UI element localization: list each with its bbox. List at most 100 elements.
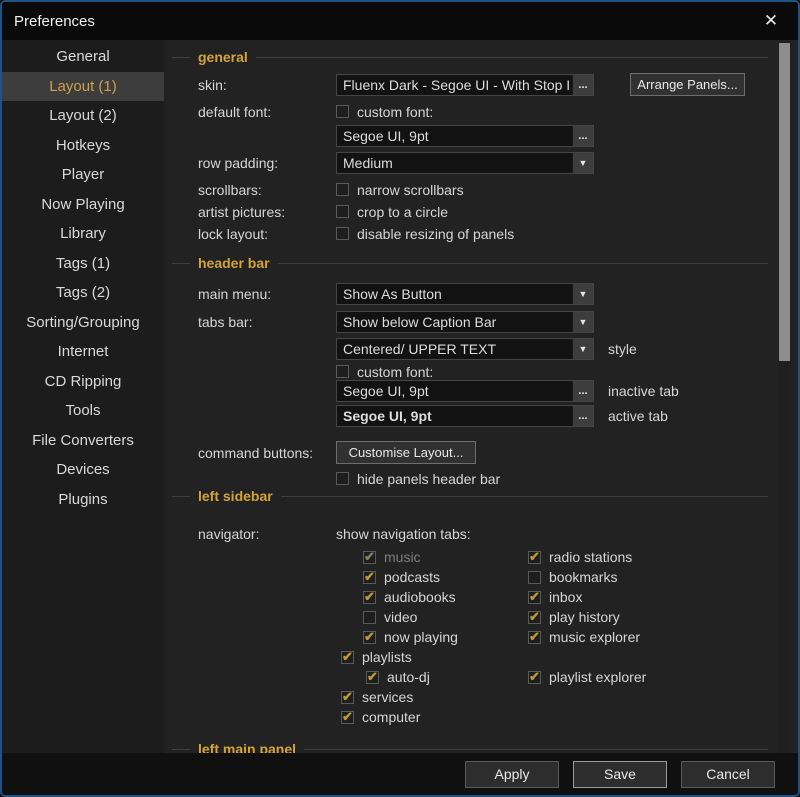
default-font-field[interactable]: Segoe UI, 9pt ... (336, 125, 594, 147)
sidebar-item-tools[interactable]: Tools (2, 396, 164, 426)
sidebar-item-cd-ripping[interactable]: CD Ripping (2, 367, 164, 397)
inbox-checkbox[interactable]: inbox (528, 589, 582, 605)
playlist-explorer-checkbox[interactable]: playlist explorer (528, 669, 646, 685)
checkbox[interactable] (336, 365, 349, 378)
checkbox[interactable] (363, 571, 376, 584)
checkbox[interactable] (336, 205, 349, 218)
now-playing-checkbox[interactable]: now playing (338, 629, 528, 645)
close-icon[interactable]: ✕ (760, 10, 782, 32)
checkbox[interactable] (341, 691, 354, 704)
sidebar-item-internet[interactable]: Internet (2, 337, 164, 367)
tabs-custom-font-checkbox[interactable]: custom font: (336, 364, 433, 380)
dialog-body: General Layout (1) Layout (2) Hotkeys Pl… (2, 40, 798, 753)
sidebar-item-now-playing[interactable]: Now Playing (2, 190, 164, 220)
active-tab-font-field[interactable]: Segoe UI, 9pt ... (336, 405, 594, 427)
nav-tabs-row: podcasts bookmarks (338, 567, 768, 587)
narrow-scrollbars-checkbox[interactable]: narrow scrollbars (336, 182, 464, 198)
crop-circle-checkbox[interactable]: crop to a circle (336, 204, 448, 220)
sidebar-item-layout-2[interactable]: Layout (2) (2, 101, 164, 131)
checkbox[interactable] (341, 651, 354, 664)
audiobooks-checkbox[interactable]: audiobooks (338, 589, 528, 605)
checkbox[interactable] (336, 227, 349, 240)
checkbox[interactable] (528, 631, 541, 644)
skin-field[interactable]: Fluenx Dark - Segoe UI - With Stop I ... (336, 74, 594, 96)
inactive-tab-label: inactive tab (608, 383, 679, 399)
checkbox[interactable] (363, 591, 376, 604)
browse-font-icon[interactable]: ... (572, 406, 593, 426)
skin-value[interactable]: Fluenx Dark - Segoe UI - With Stop I (337, 75, 572, 95)
music-checkbox[interactable]: music (338, 549, 528, 565)
checkbox[interactable] (363, 551, 376, 564)
chevron-down-icon[interactable]: ▼ (572, 339, 593, 359)
custom-font-checkbox[interactable]: custom font: (336, 104, 433, 120)
tabs-style-value[interactable]: Centered/ UPPER TEXT (337, 339, 572, 359)
chevron-down-icon[interactable]: ▼ (572, 312, 593, 332)
save-button[interactable]: Save (573, 761, 667, 788)
cancel-button[interactable]: Cancel (681, 761, 775, 788)
inactive-tab-font-value[interactable]: Segoe UI, 9pt (337, 381, 572, 401)
customise-layout-button[interactable]: Customise Layout... (336, 441, 476, 464)
browse-skin-icon[interactable]: ... (572, 75, 593, 95)
style-label: style (608, 341, 637, 357)
checkbox[interactable] (363, 631, 376, 644)
bookmarks-checkbox[interactable]: bookmarks (528, 569, 617, 585)
scrollbar-thumb[interactable] (779, 43, 790, 361)
sidebar-item-file-converters[interactable]: File Converters (2, 426, 164, 456)
sidebar-item-player[interactable]: Player (2, 160, 164, 190)
checkbox[interactable] (528, 571, 541, 584)
scrollbar[interactable] (778, 42, 791, 753)
active-tab-label: active tab (608, 408, 668, 424)
sidebar-item-tags-2[interactable]: Tags (2) (2, 278, 164, 308)
row-padding-value[interactable]: Medium (337, 153, 572, 173)
computer-checkbox[interactable]: computer (338, 709, 528, 725)
title-bar[interactable]: Preferences ✕ (2, 2, 798, 40)
playlists-checkbox[interactable]: playlists (338, 649, 528, 665)
play-history-checkbox[interactable]: play history (528, 609, 620, 625)
podcasts-checkbox[interactable]: podcasts (338, 569, 528, 585)
section-title: header bar (198, 255, 270, 271)
active-tab-font-value[interactable]: Segoe UI, 9pt (337, 406, 572, 426)
main-menu-value[interactable]: Show As Button (337, 284, 572, 304)
video-checkbox[interactable]: video (338, 609, 528, 625)
sidebar-item-layout-1[interactable]: Layout (1) (2, 72, 164, 102)
radio-stations-checkbox[interactable]: radio stations (528, 549, 632, 565)
sidebar-item-general[interactable]: General (2, 42, 164, 72)
sidebar-item-devices[interactable]: Devices (2, 455, 164, 485)
window-title: Preferences (14, 13, 95, 30)
command-buttons-row: command buttons: Customise Layout... (198, 441, 768, 464)
checkbox[interactable] (336, 472, 349, 485)
checkbox[interactable] (363, 611, 376, 624)
checkbox[interactable] (366, 671, 379, 684)
checkbox[interactable] (528, 591, 541, 604)
disable-resizing-checkbox[interactable]: disable resizing of panels (336, 226, 514, 242)
tabs-bar-dropdown[interactable]: Show below Caption Bar ▼ (336, 311, 594, 333)
checkbox[interactable] (336, 183, 349, 196)
tabs-style-dropdown[interactable]: Centered/ UPPER TEXT ▼ (336, 338, 594, 360)
checkbox[interactable] (336, 105, 349, 118)
nav-tabs-row: playlists (338, 647, 768, 667)
sidebar-item-hotkeys[interactable]: Hotkeys (2, 131, 164, 161)
services-checkbox[interactable]: services (338, 689, 528, 705)
tabs-bar-value[interactable]: Show below Caption Bar (337, 312, 572, 332)
arrange-panels-button[interactable]: Arrange Panels... (630, 73, 745, 96)
sidebar-item-tags-1[interactable]: Tags (1) (2, 249, 164, 279)
chevron-down-icon[interactable]: ▼ (572, 284, 593, 304)
sidebar-item-sorting-grouping[interactable]: Sorting/Grouping (2, 308, 164, 338)
checkbox[interactable] (528, 551, 541, 564)
main-menu-dropdown[interactable]: Show As Button ▼ (336, 283, 594, 305)
checkbox[interactable] (341, 711, 354, 724)
row-padding-dropdown[interactable]: Medium ▼ (336, 152, 594, 174)
auto-dj-checkbox[interactable]: auto-dj (338, 669, 528, 685)
sidebar-item-plugins[interactable]: Plugins (2, 485, 164, 515)
browse-font-icon[interactable]: ... (572, 381, 593, 401)
checkbox[interactable] (528, 671, 541, 684)
inactive-tab-font-field[interactable]: Segoe UI, 9pt ... (336, 380, 594, 402)
default-font-value[interactable]: Segoe UI, 9pt (337, 126, 572, 146)
checkbox[interactable] (528, 611, 541, 624)
browse-font-icon[interactable]: ... (572, 126, 593, 146)
apply-button[interactable]: Apply (465, 761, 559, 788)
chevron-down-icon[interactable]: ▼ (572, 153, 593, 173)
sidebar-item-library[interactable]: Library (2, 219, 164, 249)
hide-panels-checkbox[interactable]: hide panels header bar (336, 471, 500, 487)
music-explorer-checkbox[interactable]: music explorer (528, 629, 640, 645)
